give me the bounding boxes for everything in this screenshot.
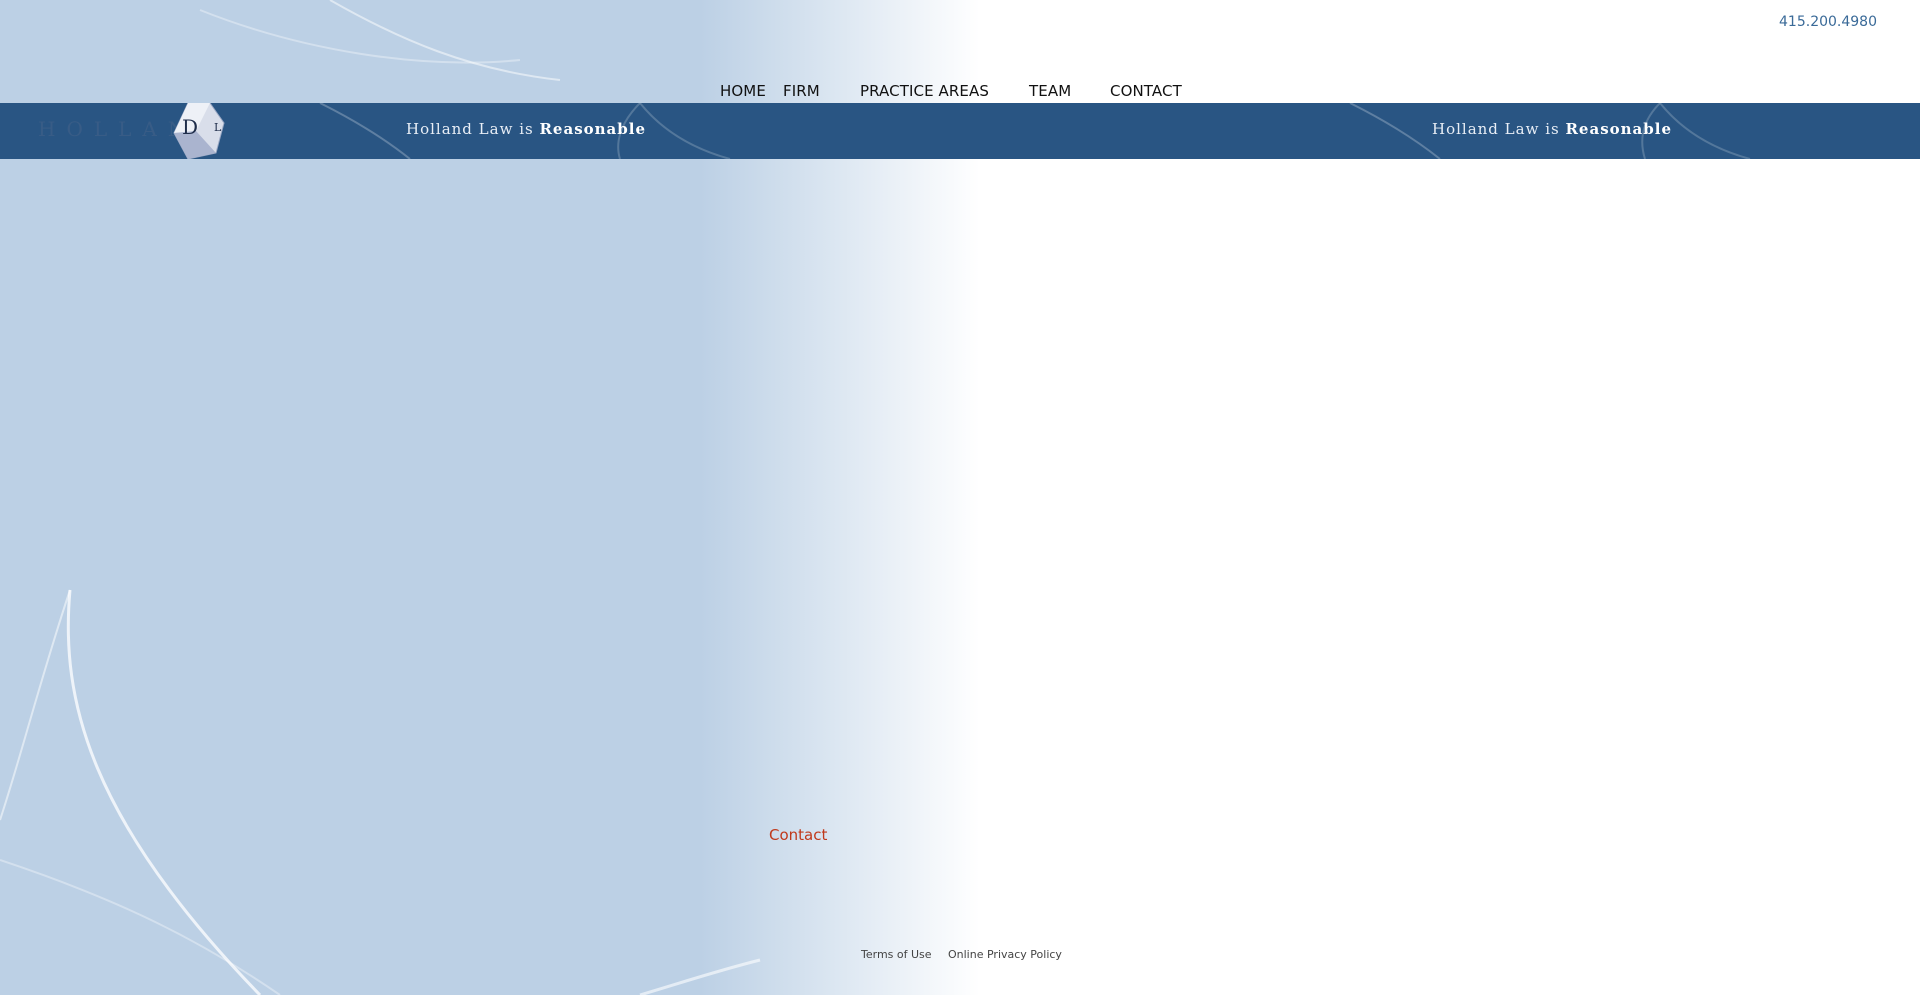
logo-letter-l: L: [214, 121, 222, 134]
banner-tagline-right: Holland Law is Reasonable: [1432, 120, 1672, 138]
tagline-prefix: Holland Law is: [406, 120, 534, 138]
nav-item-firm[interactable]: FIRM: [783, 82, 820, 100]
contact-link[interactable]: Contact: [769, 826, 827, 844]
footer-privacy-link[interactable]: Online Privacy Policy: [948, 948, 1062, 961]
tagline-prefix: Holland Law is: [1432, 120, 1560, 138]
banner-tagline-left: Holland Law is Reasonable: [406, 120, 646, 138]
holland-law-logo[interactable]: HOLLAND D L: [38, 103, 248, 159]
main-navigation: HOME FIRM PRACTICE AREAS TEAM CONTACT: [0, 82, 1920, 102]
nav-item-contact[interactable]: CONTACT: [1110, 82, 1182, 100]
logo-hexagon-icon: D L: [173, 103, 225, 159]
logo-letter-d: D: [182, 115, 198, 139]
tagline-bold: Reasonable: [1565, 120, 1673, 138]
footer-terms-link[interactable]: Terms of Use: [861, 948, 932, 961]
phone-number-link[interactable]: 415.200.4980: [1779, 14, 1877, 30]
nav-item-team[interactable]: TEAM: [1029, 82, 1071, 100]
header-banner: HOLLAND D L Holland Law is Reasonable Ho…: [0, 103, 1920, 159]
tagline-bold: Reasonable: [539, 120, 647, 138]
nav-item-practice-areas[interactable]: PRACTICE AREAS: [860, 82, 989, 100]
nav-item-home[interactable]: HOME: [720, 82, 766, 100]
